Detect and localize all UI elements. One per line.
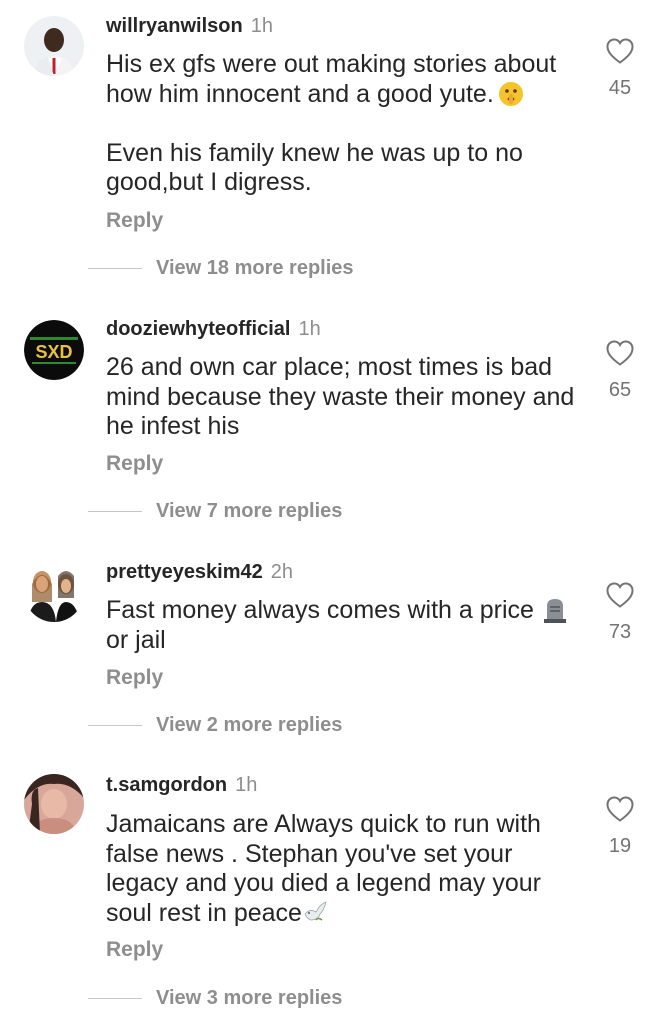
heart-icon[interactable]	[605, 795, 635, 823]
comment-text: Fast money always comes with a price or j…	[106, 596, 586, 655]
divider-line	[88, 997, 142, 1000]
reply-button[interactable]: Reply	[106, 938, 163, 962]
like-count: 45	[608, 77, 632, 99]
avatar[interactable]	[24, 774, 84, 834]
avatar[interactable]	[24, 562, 84, 622]
view-replies-button[interactable]: View 2 more replies	[88, 714, 342, 737]
reply-button[interactable]: Reply	[106, 452, 163, 476]
view-replies-button[interactable]: View 18 more replies	[88, 257, 354, 280]
like-count: 19	[608, 835, 632, 857]
timestamp: 2h	[270, 561, 294, 583]
username[interactable]: dooziewhyteofficial	[106, 318, 290, 340]
like-control: 65	[600, 339, 640, 402]
divider-line	[88, 267, 142, 270]
divider-line	[88, 724, 142, 727]
heart-icon[interactable]	[605, 339, 635, 367]
heart-icon[interactable]	[605, 581, 635, 609]
like-count: 73	[608, 621, 632, 643]
timestamp: 1h	[298, 318, 321, 340]
reply-button[interactable]: Reply	[106, 209, 163, 233]
dove-emoji	[302, 900, 328, 926]
username[interactable]: willryanwilson	[106, 15, 243, 37]
like-count: 65	[608, 379, 632, 401]
like-control: 19	[600, 795, 640, 858]
username[interactable]: prettyeyeskim42	[106, 561, 263, 583]
shushing-face-emoji	[498, 81, 524, 107]
headstone-emoji	[542, 597, 568, 623]
username[interactable]: t.samgordon	[106, 774, 227, 796]
like-control: 73	[600, 581, 640, 644]
comment-text: 26 and own car place; most times is bad …	[106, 353, 575, 440]
timestamp: 1h	[235, 774, 258, 796]
avatar[interactable]	[24, 16, 84, 76]
avatar[interactable]: SXD	[24, 320, 84, 380]
timestamp: 1h	[250, 15, 273, 37]
heart-icon[interactable]	[605, 37, 635, 65]
view-replies-button[interactable]: View 7 more replies	[88, 500, 342, 523]
reply-button[interactable]: Reply	[106, 666, 163, 690]
comments-feed: willryanwilson 1h His ex gfs were out mak…	[0, 0, 664, 1024]
comment-text: Jamaicans are Always quick to run with f…	[106, 810, 542, 927]
like-control: 45	[600, 37, 640, 100]
avatar-logo-text: SXD	[35, 342, 72, 362]
comment-text: His ex gfs were out making stories about…	[106, 50, 557, 196]
divider-line	[88, 510, 142, 513]
view-replies-button[interactable]: View 3 more replies	[88, 987, 342, 1010]
